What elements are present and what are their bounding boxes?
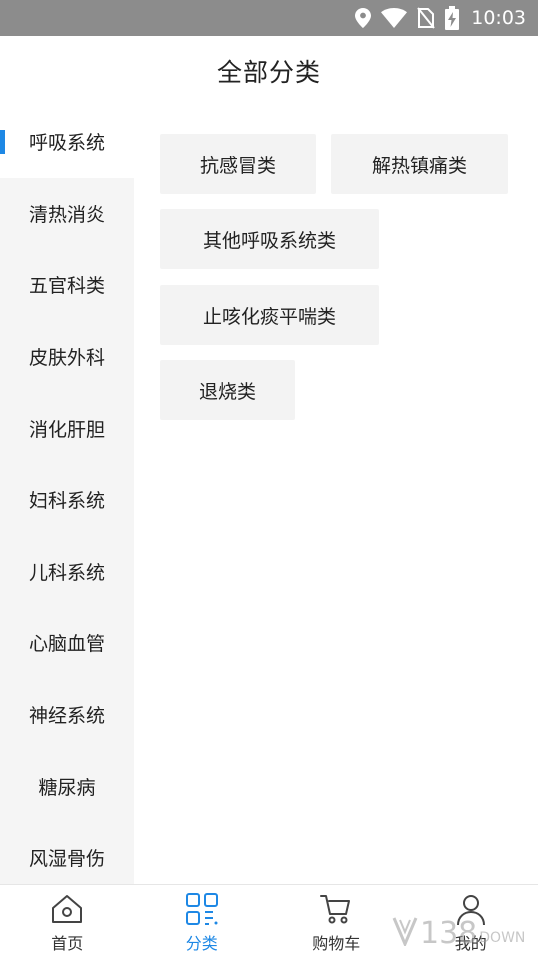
subcategory-label: 其他呼吸系统类 — [202, 229, 336, 252]
subcategory-label: 解热镇痛类 — [371, 154, 467, 177]
sidebar-item-label: 神经系统 — [28, 705, 105, 728]
subcategory-chip[interactable]: 解热镇痛类 — [331, 134, 508, 194]
battery-charging-icon — [445, 6, 460, 30]
category-sidebar: 呼吸系统 清热消炎 五官科类 皮肤外科 消化肝胆 妇科系统 儿科系统 心脑血管 … — [0, 106, 134, 884]
nav-label: 购物车 — [312, 934, 361, 953]
nav-label: 分类 — [185, 934, 218, 953]
subcategory-label: 退烧类 — [198, 380, 256, 403]
sidebar-item-rheumatism[interactable]: 风湿骨伤 — [0, 822, 134, 884]
sidebar-item-label: 糖尿病 — [38, 776, 96, 799]
bottom-nav: 首页 分类 购物车 我的 — [0, 884, 538, 956]
page-title: 全部分类 — [216, 58, 321, 87]
sidebar-item-label: 消化肝胆 — [28, 418, 105, 441]
subcategory-chip[interactable]: 抗感冒类 — [160, 134, 316, 194]
sidebar-item-respiratory[interactable]: 呼吸系统 — [0, 106, 134, 178]
sidebar-item-label: 心脑血管 — [28, 633, 105, 656]
subcategory-label: 抗感冒类 — [199, 154, 276, 177]
nav-label: 我的 — [454, 934, 487, 953]
sidebar-item-dermatology[interactable]: 皮肤外科 — [0, 321, 134, 393]
status-time: 10:03 — [471, 7, 526, 29]
subcategory-chip[interactable]: 退烧类 — [160, 360, 295, 420]
subcategory-label: 止咳化痰平喘类 — [202, 305, 336, 328]
sidebar-item-ent[interactable]: 五官科类 — [0, 249, 134, 321]
sidebar-item-label: 清热消炎 — [28, 203, 105, 226]
sidebar-item-label: 五官科类 — [28, 275, 105, 298]
nav-cart[interactable]: 购物车 — [269, 885, 404, 956]
subcategory-chip[interactable]: 止咳化痰平喘类 — [160, 285, 379, 345]
sidebar-item-gynecology[interactable]: 妇科系统 — [0, 464, 134, 536]
sidebar-item-nervous[interactable]: 神经系统 — [0, 679, 134, 751]
sidebar-item-pediatrics[interactable]: 儿科系统 — [0, 536, 134, 608]
wifi-icon — [381, 8, 408, 28]
sidebar-item-label: 呼吸系统 — [28, 132, 105, 155]
subcategory-panel: 抗感冒类 解热镇痛类 其他呼吸系统类 止咳化痰平喘类 退烧类 — [134, 106, 538, 884]
nav-category[interactable]: 分类 — [135, 885, 270, 956]
status-bar: 10:03 — [0, 0, 538, 36]
sidebar-item-label: 风湿骨伤 — [28, 848, 105, 871]
user-icon — [453, 891, 489, 927]
sidebar-item-label: 儿科系统 — [28, 561, 105, 584]
status-icons: 10:03 — [355, 0, 526, 36]
sidebar-item-digestive[interactable]: 消化肝胆 — [0, 392, 134, 464]
sidebar-item-diabetes[interactable]: 糖尿病 — [0, 750, 134, 822]
cart-icon — [318, 891, 354, 927]
nav-profile[interactable]: 我的 — [404, 885, 538, 956]
no-sim-icon — [417, 7, 436, 29]
header: 全部分类 — [0, 36, 538, 106]
sidebar-item-label: 妇科系统 — [28, 490, 105, 513]
nav-home[interactable]: 首页 — [0, 885, 135, 956]
location-icon — [355, 8, 372, 28]
sidebar-item-heat-clearing[interactable]: 清热消炎 — [0, 178, 134, 250]
nav-label: 首页 — [51, 934, 84, 953]
home-icon — [49, 891, 85, 927]
category-grid-icon — [184, 891, 220, 927]
sidebar-item-cardio[interactable]: 心脑血管 — [0, 607, 134, 679]
sidebar-item-label: 皮肤外科 — [28, 347, 105, 370]
subcategory-chip[interactable]: 其他呼吸系统类 — [160, 209, 379, 269]
